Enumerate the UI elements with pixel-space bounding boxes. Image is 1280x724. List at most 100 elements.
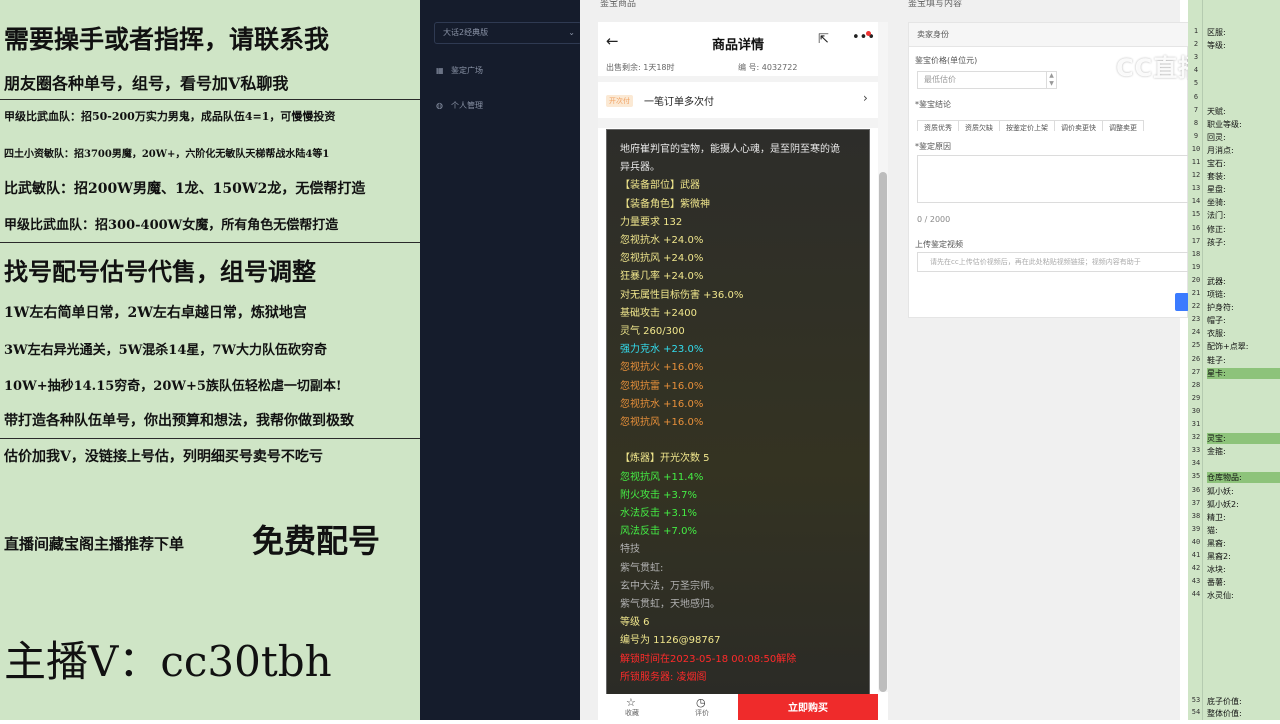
page-title: 商品详情 bbox=[711, 38, 764, 53]
submit-button[interactable] bbox=[1175, 293, 1189, 311]
checklist-row[interactable] bbox=[1207, 263, 1280, 274]
checklist-row[interactable]: 整体价值: bbox=[1207, 708, 1280, 719]
conclusion-option[interactable]: 按鉴定价上架 bbox=[999, 120, 1055, 131]
checklist-row[interactable]: 狐小妖2: bbox=[1207, 499, 1280, 510]
checklist-row[interactable]: 宝石: bbox=[1207, 158, 1280, 169]
checklist-row[interactable] bbox=[1207, 79, 1280, 90]
checklist-row[interactable] bbox=[1207, 407, 1280, 418]
share-icon[interactable]: ⇱ bbox=[818, 32, 829, 47]
checklist-row[interactable]: 猫: bbox=[1207, 525, 1280, 536]
attribute-line: 紫气贯虹，天地感归。 bbox=[620, 599, 720, 610]
checklist-row[interactable] bbox=[1207, 53, 1280, 64]
checklist-row[interactable]: 套装: bbox=[1207, 171, 1280, 182]
conclusion-option[interactable]: 调整卖更 bbox=[1102, 120, 1144, 131]
preview-scrollbar[interactable] bbox=[878, 22, 888, 692]
row-number: 19 bbox=[1191, 262, 1201, 271]
checklist-row[interactable]: 星卡: bbox=[1207, 367, 1280, 379]
sidebar-item-appraisal-square[interactable]: ▦ 鉴定广场 bbox=[436, 65, 483, 76]
row-number: 26 bbox=[1191, 354, 1201, 363]
checklist-row[interactable]: 修正: bbox=[1207, 224, 1280, 235]
checklist-row[interactable]: 孩子: bbox=[1207, 237, 1280, 248]
checklist-row[interactable]: 精卫: bbox=[1207, 512, 1280, 523]
checklist-row[interactable]: 冰块: bbox=[1207, 564, 1280, 575]
checklist-row[interactable] bbox=[1207, 394, 1280, 405]
checklist-row[interactable]: 灵宝: bbox=[1207, 433, 1280, 445]
checklist-row[interactable]: 配饰+点翠: bbox=[1207, 341, 1280, 352]
attribute-line: 强力克水 +23.0% bbox=[620, 344, 704, 356]
more-icon[interactable]: ••• bbox=[852, 30, 875, 45]
checklist-row[interactable]: 武器: bbox=[1207, 276, 1280, 287]
checklist-row[interactable]: 衣服: bbox=[1207, 328, 1280, 339]
checklist-row[interactable]: 狐小妖: bbox=[1207, 486, 1280, 497]
row-number: 21 bbox=[1191, 289, 1201, 297]
attribute-line: 附火攻击 +3.7% bbox=[620, 489, 697, 501]
stepper-icon[interactable]: ▲ ▼ bbox=[1046, 72, 1056, 88]
checklist-row[interactable]: 区服: bbox=[1207, 27, 1280, 38]
reason-textarea[interactable] bbox=[917, 155, 1189, 203]
checklist-row[interactable] bbox=[1207, 93, 1280, 104]
checklist-row[interactable] bbox=[1207, 459, 1280, 470]
price-label: 鉴宝价格(单位元) bbox=[915, 56, 978, 65]
installment-row[interactable]: 开次付 一笔订单多次付 › bbox=[598, 84, 878, 118]
checklist-row[interactable]: 职业等级: bbox=[1207, 119, 1280, 130]
checklist-row[interactable] bbox=[1207, 66, 1280, 77]
checklist-row[interactable]: 金箍: bbox=[1207, 446, 1280, 457]
checklist-row[interactable]: 等级: bbox=[1207, 40, 1280, 51]
checklist-row[interactable] bbox=[1207, 250, 1280, 261]
checklist-row[interactable]: 坐骑: bbox=[1207, 197, 1280, 208]
attribute-line: 地府崔判官的宝物，能摄人心魂，是至阴至寒的诡 bbox=[620, 144, 840, 155]
attribute-line: 水法反击 +3.1% bbox=[620, 508, 697, 519]
row-number: 30 bbox=[1191, 406, 1201, 415]
attribute-line: 玄中大法，万圣宗师。 bbox=[620, 580, 720, 592]
conclusion-option[interactable]: 调价卖更快 bbox=[1054, 120, 1103, 131]
favorite-label: 收藏 bbox=[625, 709, 639, 717]
checklist-row[interactable]: 项链: bbox=[1207, 289, 1280, 300]
row-number: 43 bbox=[1191, 577, 1201, 586]
checklist-row[interactable]: 月消点: bbox=[1207, 145, 1280, 156]
row-number: 32 bbox=[1191, 433, 1201, 442]
checklist-row[interactable]: 星盘: bbox=[1207, 184, 1280, 195]
checklist-row[interactable]: 法门: bbox=[1207, 210, 1280, 221]
conclusion-option[interactable]: 资质欠缺 bbox=[958, 120, 1000, 131]
char-counter: 0 / 2000 bbox=[917, 215, 951, 224]
overlay-divider bbox=[0, 99, 420, 100]
checklist-row[interactable]: 鞋子: bbox=[1207, 355, 1280, 366]
detail-header: ← 商品详情 ⇱ ••• bbox=[598, 22, 878, 62]
version-select[interactable]: 大话2经典版 ⌄ bbox=[434, 22, 582, 44]
checklist-row[interactable]: 底子价值: bbox=[1207, 696, 1280, 707]
row-number: 37 bbox=[1191, 498, 1201, 507]
checklist-row[interactable]: 帽子: bbox=[1207, 315, 1280, 326]
sidebar-item-personal[interactable]: ◍ 个人管理 bbox=[436, 100, 483, 111]
checklist-row[interactable]: 番薯: bbox=[1207, 577, 1280, 588]
scrollbar-thumb[interactable] bbox=[879, 172, 887, 692]
checklist-row[interactable]: 水灵仙: bbox=[1207, 590, 1280, 601]
attribute-line: 等级 6 bbox=[620, 617, 650, 629]
conclusion-option[interactable]: 资质优秀 bbox=[917, 120, 959, 131]
streamer-contact: 主播V：cc30tbh bbox=[4, 637, 332, 686]
row-number: 39 bbox=[1191, 524, 1201, 533]
price-input[interactable]: 最低估价 ▲ ▼ bbox=[917, 71, 1057, 89]
cc-logo-icon bbox=[1074, 50, 1104, 80]
checklist-row[interactable]: 黑裔2: bbox=[1207, 551, 1280, 562]
attribute-line: 忽视抗风 +16.0% bbox=[620, 417, 704, 428]
checklist-row[interactable]: 仓库物品: bbox=[1207, 472, 1280, 484]
video-link-input[interactable]: 请先在cc上传估价视频后，再在此处粘贴视频链接；视频内容有助于 bbox=[917, 252, 1189, 272]
attribute-line: 解锁时间在2023-05-18 00:08:50解除 bbox=[620, 653, 797, 665]
video-label: 上传鉴定视频 bbox=[915, 240, 963, 249]
overlay-line: 四土小资敏队：招3700男魔，20W+，六阶化无敏队天梯帮战水陆4等1 bbox=[4, 149, 330, 160]
attribute-line: 忽视抗雷 +16.0% bbox=[620, 380, 704, 392]
row-number: 38 bbox=[1191, 511, 1201, 520]
checklist-row[interactable]: 黑裔: bbox=[1207, 538, 1280, 549]
buy-now-button[interactable]: 立即购买 bbox=[738, 694, 878, 720]
row-number: 22 bbox=[1191, 302, 1201, 311]
checklist-row[interactable] bbox=[1207, 381, 1280, 392]
overlay-line: 需要操手或者指挥，请联系我 bbox=[4, 25, 330, 54]
checklist-row[interactable]: 护身符: bbox=[1207, 302, 1280, 313]
checklist-row[interactable]: 回灵: bbox=[1207, 132, 1280, 143]
square-grid-icon: ▦ bbox=[436, 66, 444, 75]
row-number: 9 bbox=[1193, 131, 1199, 140]
installment-badge: 开次付 bbox=[606, 95, 633, 107]
checklist-row[interactable] bbox=[1207, 420, 1280, 431]
row-number: 17 bbox=[1191, 236, 1201, 245]
checklist-row[interactable]: 天赋: bbox=[1207, 106, 1280, 117]
